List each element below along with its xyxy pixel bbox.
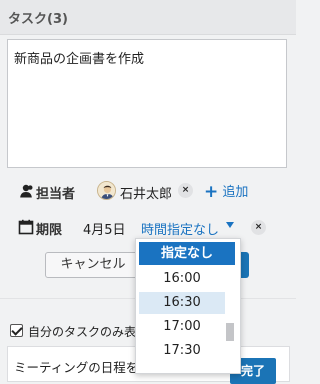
chevron-down-icon[interactable]: [226, 222, 234, 228]
add-assignee-label: 追加: [222, 185, 249, 200]
add-assignee-button[interactable]: + 追加: [204, 181, 249, 202]
due-label: 期限: [36, 223, 63, 238]
task-count-title: タスク(3): [8, 12, 68, 27]
task-panel: タスク(3) 新商品の企画書を作成 担当者 石井太郎 × + 追加 期限 4月5…: [0, 0, 296, 384]
assignee-label: 担当者: [36, 187, 76, 202]
plus-icon: +: [204, 182, 219, 202]
person-icon: [20, 184, 33, 198]
time-dropdown: 指定なし 16:00 16:30 17:00 17:30: [135, 238, 241, 374]
due-row: 期限 4月5日 時間指定なし ×: [10, 216, 286, 238]
dropdown-scrollbar[interactable]: [226, 323, 234, 341]
remove-due-button[interactable]: ×: [251, 220, 266, 235]
assignee-avatar: [97, 181, 116, 200]
dropdown-option-highlighted[interactable]: 16:30: [139, 292, 225, 314]
time-select[interactable]: 時間指定なし: [141, 219, 219, 238]
dropdown-option-selected[interactable]: 指定なし: [139, 242, 235, 265]
dropdown-option[interactable]: 17:30: [139, 340, 225, 362]
assignee-name: 石井太郎: [120, 187, 173, 202]
assignee-row: 担当者 石井太郎 × + 追加: [10, 180, 286, 202]
calendar-icon: [18, 219, 34, 235]
own-tasks-label: 自分のタスクのみ表: [28, 325, 137, 339]
own-tasks-checkbox[interactable]: [10, 324, 23, 337]
due-date-value[interactable]: 4月5日: [83, 219, 126, 238]
task-panel-header: タスク(3): [0, 0, 296, 35]
dropdown-option[interactable]: 16:00: [139, 268, 225, 290]
cancel-button[interactable]: キャンセル: [45, 252, 141, 278]
task-text-input[interactable]: 新商品の企画書を作成: [7, 39, 287, 168]
remove-assignee-button[interactable]: ×: [178, 183, 193, 198]
dropdown-option[interactable]: 17:00: [139, 316, 225, 338]
